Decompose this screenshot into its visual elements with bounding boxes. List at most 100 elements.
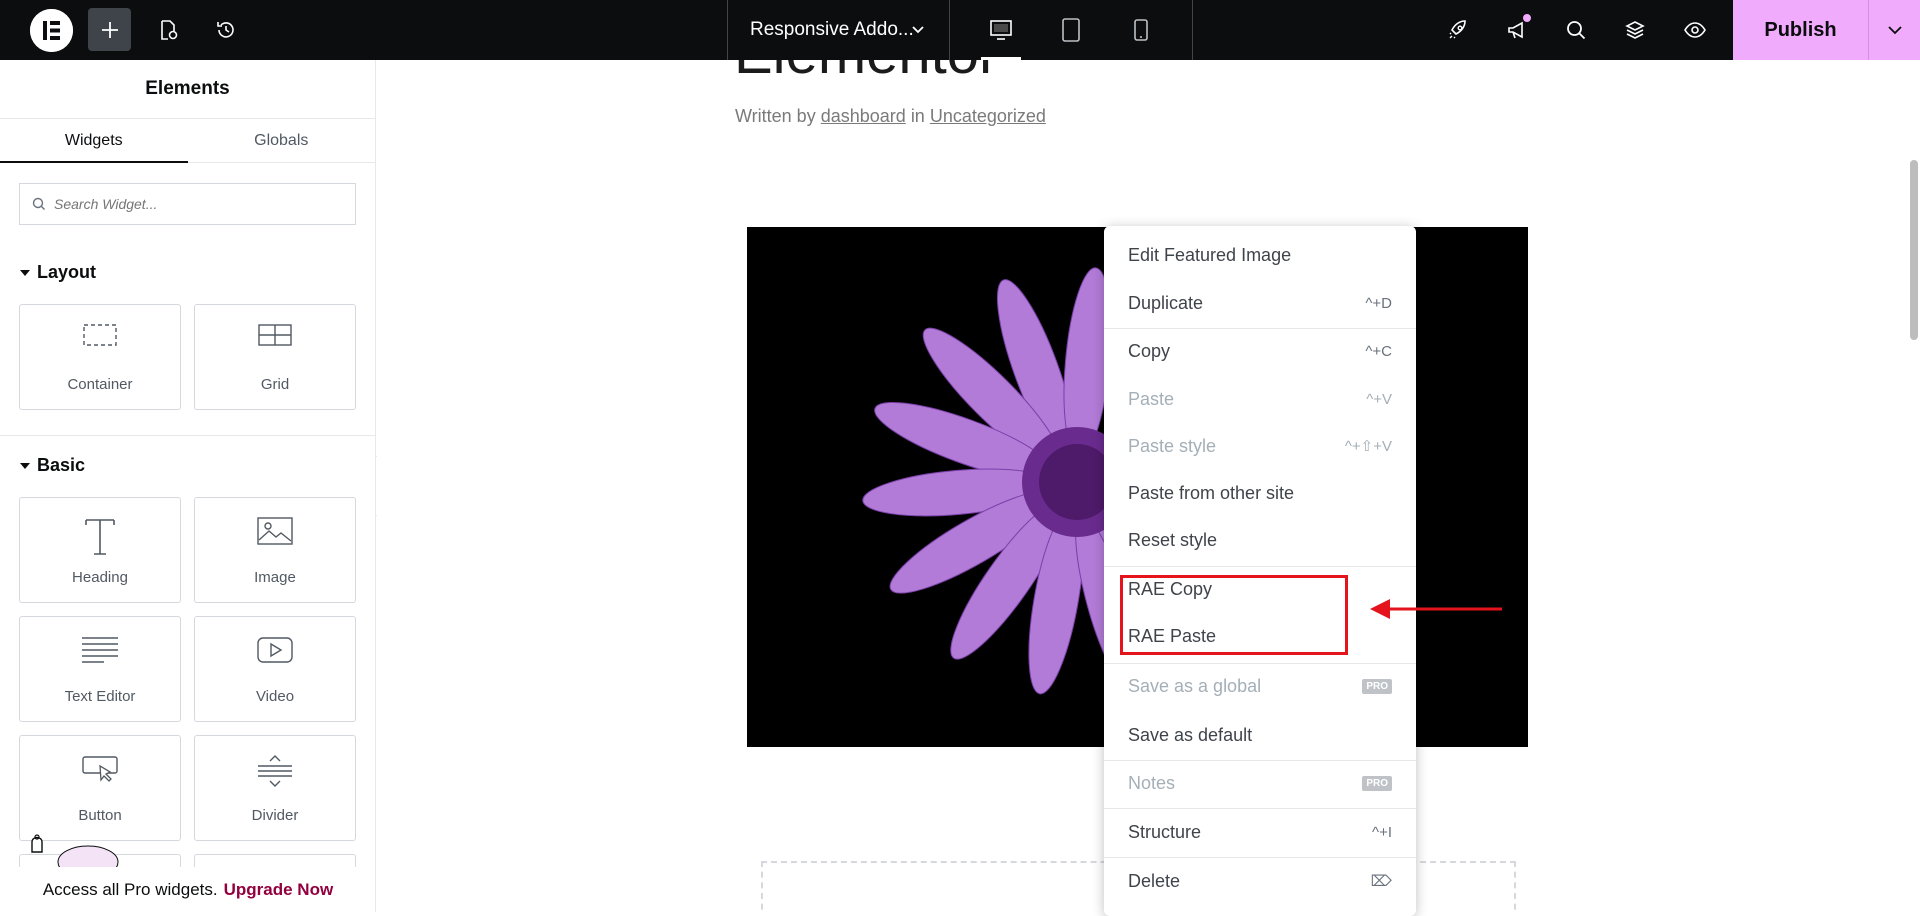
top-bar: Responsive Addo... Publish [0,0,1920,60]
desktop-device-button[interactable] [971,0,1031,60]
chevron-down-icon [912,26,924,34]
menu-label: Paste style [1128,435,1217,456]
widget-label: Container [67,376,133,393]
menu-shortcut: ^+I [1372,823,1392,841]
widget-label: Image [254,569,296,586]
publish-button[interactable]: Publish [1733,0,1868,60]
menu-shortcut: ^+D [1365,294,1392,312]
device-switcher [950,0,1193,60]
history-icon [216,21,234,38]
site-launch-button[interactable] [1436,8,1479,51]
menu-save-as-default[interactable]: Save as default [1104,712,1416,758]
tablet-icon [1062,18,1080,42]
image-icon [257,517,293,545]
widget-grid[interactable]: Grid [194,304,356,410]
menu-delete[interactable]: Delete ⌦ [1104,858,1416,904]
search-icon [32,197,45,210]
category-label: Layout [37,262,97,282]
elements-panel: Elements Widgets Globals Layout Containe… [0,60,376,912]
menu-label: Notes [1128,772,1176,793]
panel-tabs: Widgets Globals [0,119,375,163]
structure-button[interactable] [1613,8,1656,51]
menu-label: Save as a global [1128,675,1262,696]
menu-shortcut: ^+C [1365,342,1392,360]
rocket-icon [1449,19,1466,38]
elementor-logo-icon[interactable] [30,9,73,52]
add-element-button[interactable] [88,8,131,51]
menu-edit-featured-image[interactable]: Edit Featured Image [1104,232,1416,278]
history-button[interactable] [204,8,247,51]
upgrade-now-link[interactable]: Upgrade Now [224,880,334,900]
menu-notes[interactable]: Notes PRO [1104,760,1416,806]
mobile-icon [1134,19,1148,41]
widget-button[interactable]: Button [19,735,181,841]
menu-label: Paste from other site [1128,482,1295,503]
button-icon [82,756,118,782]
widget-label: Text Editor [64,688,136,705]
layers-icon [1624,20,1645,39]
menu-paste-from-other-site[interactable]: Paste from other site [1104,470,1416,516]
search-input[interactable] [54,196,334,212]
post-title: Elementor [734,60,998,87]
widget-label: Grid [260,376,290,393]
author-link[interactable]: dashboard [821,106,906,126]
pro-mascot-icon [31,834,119,872]
category-divider [0,435,375,436]
menu-reset-style[interactable]: Reset style [1104,517,1416,563]
desktop-icon [990,20,1012,40]
category-basic[interactable]: Basic [20,455,85,476]
tab-widgets[interactable]: Widgets [0,119,188,163]
widget-divider[interactable]: Divider [194,735,356,841]
context-menu: Edit Featured Image Duplicate ^+D Copy ^… [1104,226,1416,916]
scroll-thumb[interactable] [1910,160,1918,340]
tablet-device-button[interactable] [1041,0,1101,60]
page-settings-button[interactable] [146,8,189,51]
widget-search[interactable] [19,183,356,225]
menu-paste[interactable]: Paste ^+V [1104,376,1416,422]
menu-label: Delete [1128,870,1181,891]
text-editor-icon [82,637,118,663]
canvas-scrollbar[interactable] [1906,60,1920,912]
menu-label: Duplicate [1128,292,1204,313]
meta-prefix: Written by [735,106,816,126]
red-arrow-icon [1370,599,1502,619]
chevron-down-icon [1887,26,1902,35]
document-switcher[interactable]: Responsive Addo... [727,0,950,60]
publish-options-button[interactable] [1868,0,1920,60]
widget-video[interactable]: Video [194,616,356,722]
plus-icon [101,21,118,38]
highlight-box [1120,575,1348,655]
widget-heading[interactable]: Heading [19,497,181,603]
menu-label: Reset style [1128,529,1218,550]
widget-container[interactable]: Container [19,304,181,410]
widget-text-editor[interactable]: Text Editor [19,616,181,722]
menu-label: Copy [1128,340,1171,361]
pro-badge: PRO [1362,775,1392,791]
menu-label: Save as default [1128,724,1253,745]
menu-structure[interactable]: Structure ^+I [1104,809,1416,855]
category-layout[interactable]: Layout [20,262,96,283]
whats-new-button[interactable] [1495,8,1538,51]
mobile-device-button[interactable] [1111,0,1171,60]
widget-label: Divider [251,807,299,824]
preview-button[interactable] [1673,8,1716,51]
widget-label: Button [78,807,122,824]
menu-save-as-global[interactable]: Save as a global PRO [1104,663,1416,709]
menu-paste-style[interactable]: Paste style ^+⇧+V [1104,423,1416,469]
menu-shortcut: ^+⇧+V [1344,438,1392,455]
tab-globals[interactable]: Globals [188,119,376,162]
search-icon [1566,20,1585,39]
upgrade-text: Access all Pro widgets. [42,880,218,899]
menu-label: Paste [1128,388,1175,409]
pro-badge: PRO [1362,678,1392,694]
megaphone-icon [1507,21,1523,38]
divider-icon [258,755,292,787]
heading-icon [85,519,115,555]
menu-duplicate[interactable]: Duplicate ^+D [1104,280,1416,326]
widget-image[interactable]: Image [194,497,356,603]
menu-copy[interactable]: Copy ^+C [1104,328,1416,374]
document-title: Responsive Addo... [750,19,914,40]
category-link[interactable]: Uncategorized [930,106,1046,126]
widget-label: Heading [72,569,128,586]
finder-button[interactable] [1554,8,1597,51]
